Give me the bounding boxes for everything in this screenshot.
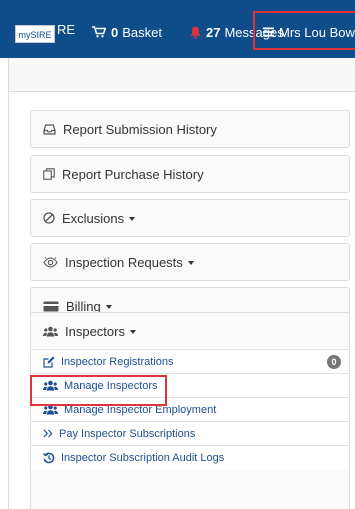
cart-icon [92, 26, 106, 38]
inspector-registrations-link[interactable]: Inspector Registrations 0 [31, 349, 349, 373]
exclusions-label: Exclusions [62, 210, 125, 226]
inspectors-panel: Inspectors Inspector Registrations 0 Man… [30, 312, 350, 509]
inspectors-label: Inspectors [65, 323, 125, 339]
basket-count: 0 [111, 24, 119, 40]
ban-icon [43, 212, 55, 224]
inspectors-submenu: Inspector Registrations 0 Manage Inspect… [31, 349, 349, 469]
content-divider [8, 92, 9, 509]
eye-scan-icon [43, 256, 58, 268]
double-chevron-right-icon [43, 429, 53, 438]
manage-inspectors-highlight [30, 375, 167, 406]
report-submission-history-panel[interactable]: Report Submission History [30, 110, 350, 148]
sub-header [8, 58, 355, 92]
inspection-requests-label: Inspection Requests [65, 254, 183, 270]
pay-inspector-subscriptions-link[interactable]: Pay Inspector Subscriptions [31, 421, 349, 445]
inbox-icon [43, 123, 56, 135]
pay-inspector-subscriptions-label: Pay Inspector Subscriptions [59, 427, 196, 440]
copy-icon [43, 168, 55, 180]
history-icon [43, 452, 55, 463]
brand-logo[interactable]: mySIRE [15, 25, 55, 43]
report-purchase-history-label: Report Purchase History [62, 166, 204, 182]
report-purchase-history-panel[interactable]: Report Purchase History [30, 155, 350, 193]
inspector-subscription-audit-logs-link[interactable]: Inspector Subscription Audit Logs [31, 445, 349, 469]
edit-icon [43, 356, 55, 368]
exclusions-dropdown[interactable]: Exclusions [31, 200, 349, 236]
inspection-requests-dropdown[interactable]: Inspection Requests [31, 244, 349, 280]
bell-icon [190, 26, 201, 39]
report-submission-history-link[interactable]: Report Submission History [31, 111, 349, 147]
user-menu-highlight [253, 11, 355, 50]
chevron-down-icon [129, 330, 136, 334]
chevron-down-icon [129, 217, 136, 221]
inspectors-dropdown[interactable]: Inspectors [31, 313, 349, 349]
report-submission-history-label: Report Submission History [63, 121, 217, 137]
credit-card-icon [43, 301, 59, 311]
report-purchase-history-link[interactable]: Report Purchase History [31, 156, 349, 192]
chevron-down-icon [105, 305, 112, 309]
brand-name-fragment: RE [57, 22, 76, 37]
basket-label: Basket [122, 24, 162, 40]
exclusions-panel[interactable]: Exclusions [30, 199, 350, 237]
messages-count: 27 [206, 24, 221, 40]
registrations-count-badge: 0 [327, 355, 341, 369]
inspection-requests-panel[interactable]: Inspection Requests [30, 243, 350, 281]
chevron-down-icon [187, 261, 194, 265]
inspector-subscription-audit-logs-label: Inspector Subscription Audit Logs [61, 451, 225, 464]
users-icon [43, 326, 58, 336]
inspector-registrations-label: Inspector Registrations [61, 355, 174, 368]
basket-link[interactable]: 0 Basket [92, 22, 162, 42]
top-navbar: mySIRE RE 0 Basket 27 Messages Mrs Lou B… [0, 0, 355, 58]
